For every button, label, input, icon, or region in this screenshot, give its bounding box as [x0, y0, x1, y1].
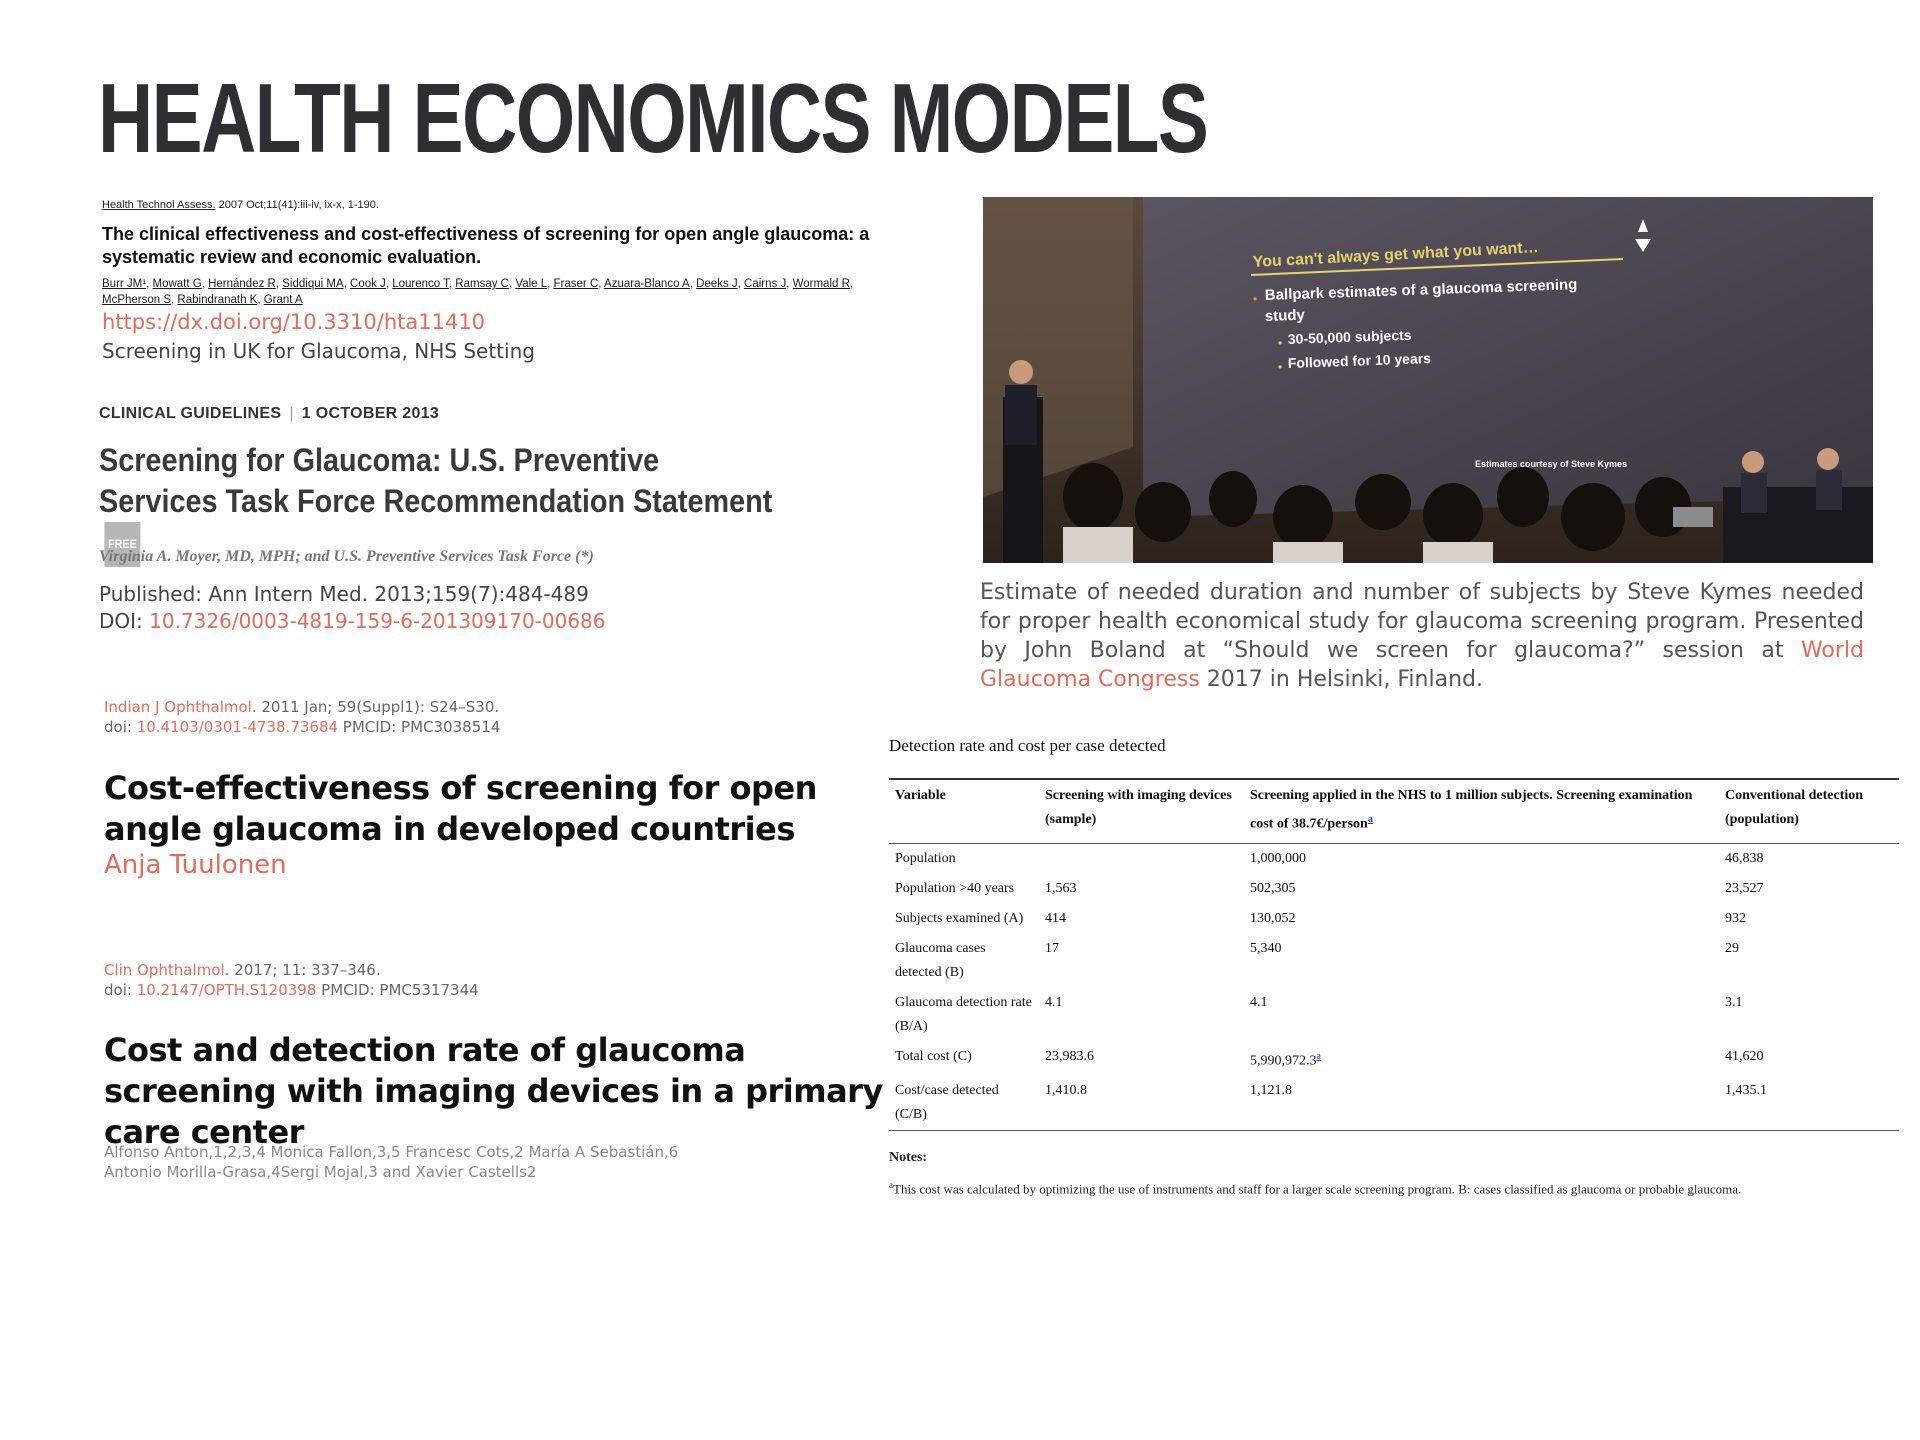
ref1-author-link[interactable]: Azuara-Blanco A [604, 278, 690, 290]
ref1-author-link[interactable]: Cairns J [744, 278, 786, 290]
photo-caption: Estimate of needed duration and number o… [980, 580, 1864, 692]
table-cell: 502,305 [1250, 880, 1296, 896]
ref1-journal-link[interactable]: Health Technol Assess. [102, 199, 216, 211]
ref4-journal-link[interactable]: Clin Ophthalmol [104, 961, 225, 979]
table-cell: 130,052 [1250, 910, 1296, 926]
ref1-author-link[interactable]: Vale L [515, 278, 547, 290]
ref1-author-link[interactable]: Ramsay C [455, 278, 509, 290]
notes-text: aThis cost was calculated by optimizing … [889, 1180, 1742, 1197]
table-cell: 5,340 [1250, 940, 1282, 956]
table-row: Glaucoma detection rate (B/A) 4.1 4.1 3.1 [889, 988, 1899, 1042]
table-cell: 46,838 [1725, 850, 1764, 866]
table-title: Detection rate and cost per case detecte… [889, 736, 1166, 755]
ref1-title: The clinical effectiveness and cost-effe… [102, 224, 870, 267]
ref1-note: Screening in UK for Glaucoma, NHS Settin… [102, 339, 535, 363]
table-cell: 932 [1725, 910, 1746, 926]
table-cell: 5,990,972.3a [1250, 1050, 1321, 1069]
svg-text:•: • [1253, 292, 1257, 306]
detection-cost-table: Variable Screening with imaging devices … [889, 778, 1899, 1132]
table-cell: 23,983.6 [1045, 1048, 1094, 1064]
svg-text:•: • [1278, 336, 1282, 350]
ref2-category-line: CLINICAL GUIDELINES | 1 OCTOBER 2013 [99, 405, 440, 422]
conference-photo: You can't always get what you want… • Ba… [983, 197, 1873, 563]
svg-text:•: • [1278, 360, 1282, 374]
table-row: Subjects examined (A) 414 130,052 932 [889, 904, 1899, 934]
ref2-published: Published: Ann Intern Med. 2013;159(7):4… [99, 582, 589, 606]
table-cell: 3.1 [1725, 994, 1743, 1010]
table-header: Variable [889, 779, 1039, 844]
table-cell: 4.1 [1045, 994, 1063, 1010]
ref1-authors: Burr JM¹, Mowatt G, Hernández R, Siddiqu… [102, 278, 854, 306]
ref1-author-link[interactable]: Hernández R [208, 278, 276, 290]
ref1-journal: Health Technol Assess. 2007 Oct;11(41):i… [102, 199, 379, 211]
notes-label: Notes: [889, 1150, 928, 1165]
table-header: Conventional detection (population) [1719, 779, 1899, 844]
ref1-doi-link[interactable]: https://dx.doi.org/10.3310/hta11410 [102, 310, 485, 334]
table-cell [1039, 843, 1244, 874]
ref1-author-link[interactable]: Deeks J [696, 278, 738, 290]
table-cell: Population [895, 850, 956, 866]
table-cell: 1,000,000 [1250, 850, 1306, 866]
table-cell: 1,563 [1045, 880, 1077, 896]
ref4-journal: Clin Ophthalmol. 2017; 11: 337–346. doi:… [104, 961, 479, 999]
ref1-author-link[interactable]: Siddiqui MA [282, 278, 343, 290]
ref3-journal: Indian J Ophthalmol. 2011 Jan; 59(Suppl1… [104, 698, 501, 736]
ref1-author-link[interactable]: Grant A [264, 294, 303, 306]
ref1-author-link[interactable]: McPherson S [102, 294, 171, 306]
table-cell: 23,527 [1725, 880, 1764, 896]
footnote-ref[interactable]: a [1368, 814, 1373, 825]
table-cell: 29 [1725, 940, 1739, 956]
ref3-title: Cost-effectiveness of screening for open… [104, 769, 817, 848]
ref3-author: Anja Tuulonen [104, 850, 287, 880]
ref2-authors: Virginia A. Moyer, MD, MPH; and U.S. Pre… [99, 548, 594, 565]
ref1-author-link[interactable]: Lourenco T [392, 278, 449, 290]
table-header-row: Variable Screening with imaging devices … [889, 779, 1899, 844]
ref1-author-link[interactable]: Mowatt G [152, 278, 201, 290]
table-row: Glaucoma cases detected (B) 17 5,340 29 [889, 934, 1899, 988]
ref2-doi-link[interactable]: 10.7326/0003-4819-159-6-201309170-00686 [149, 609, 605, 633]
ref1-author-link[interactable]: Burr JM¹ [102, 278, 146, 290]
table-cell: 41,620 [1725, 1048, 1764, 1064]
table-row: Population >40 years 1,563 502,305 23,527 [889, 874, 1899, 904]
footnote-ref[interactable]: a [1317, 1051, 1321, 1062]
table-cell: Total cost (C) [895, 1048, 972, 1064]
ref3-journal-link[interactable]: Indian J Ophthalmol [104, 698, 252, 716]
table-cell: 1,121.8 [1250, 1083, 1292, 1099]
table-cell: Subjects examined (A) [895, 910, 1024, 926]
table-cell: Glaucoma detection rate (B/A) [895, 994, 1032, 1034]
ref1-author-link[interactable]: Rabindranath K [177, 294, 257, 306]
table-cell: 17 [1045, 940, 1059, 956]
ref4-doi-link[interactable]: 10.2147/OPTH.S120398 [137, 981, 317, 999]
ref2-date: 1 OCTOBER 2013 [301, 405, 440, 422]
ref2-doi: DOI: 10.7326/0003-4819-159-6-201309170-0… [99, 609, 606, 633]
table-header: Screening applied in the NHS to 1 millio… [1244, 779, 1719, 844]
ref1-author-link[interactable]: Wormald R [793, 278, 850, 290]
ref2-category: CLINICAL GUIDELINES [99, 405, 282, 422]
ref1-author-link[interactable]: Fraser C [554, 278, 599, 290]
table-cell: Population >40 years [895, 880, 1015, 896]
table-row: Population 1,000,000 46,838 [889, 843, 1899, 874]
table-cell: 4.1 [1250, 994, 1268, 1010]
ref4-authors: Alfonso Anton,1,2,3,4 Monica Fallon,3,5 … [104, 1143, 679, 1181]
table-header: Screening with imaging devices (sample) [1039, 779, 1244, 844]
table-cell: Cost/case detected (C/B) [895, 1083, 999, 1123]
photo-bullet-1b: study [1265, 307, 1306, 325]
table-cell: 1,410.8 [1045, 1083, 1087, 1099]
table-cell: Glaucoma cases detected (B) [895, 940, 986, 980]
ref4-title: Cost and detection rate of glaucoma scre… [104, 1031, 883, 1151]
table-cell: 1,435.1 [1725, 1083, 1767, 1099]
table-row: Cost/case detected (C/B) 1,410.8 1,121.8 1,… [889, 1076, 1899, 1131]
slide-title: HEALTH ECONOMICS MODELS [98, 63, 1209, 173]
table-row: Total cost (C) 23,983.6 5,990,972.3a 41,620 [889, 1042, 1899, 1077]
ref1-author-link[interactable]: Cook J [350, 278, 386, 290]
ref3-doi-link[interactable]: 10.4103/0301-4738.73684 [137, 718, 338, 736]
table-cell: 414 [1045, 910, 1066, 926]
photo-credit: Estimates courtesy of Steve Kymes [1475, 459, 1627, 469]
